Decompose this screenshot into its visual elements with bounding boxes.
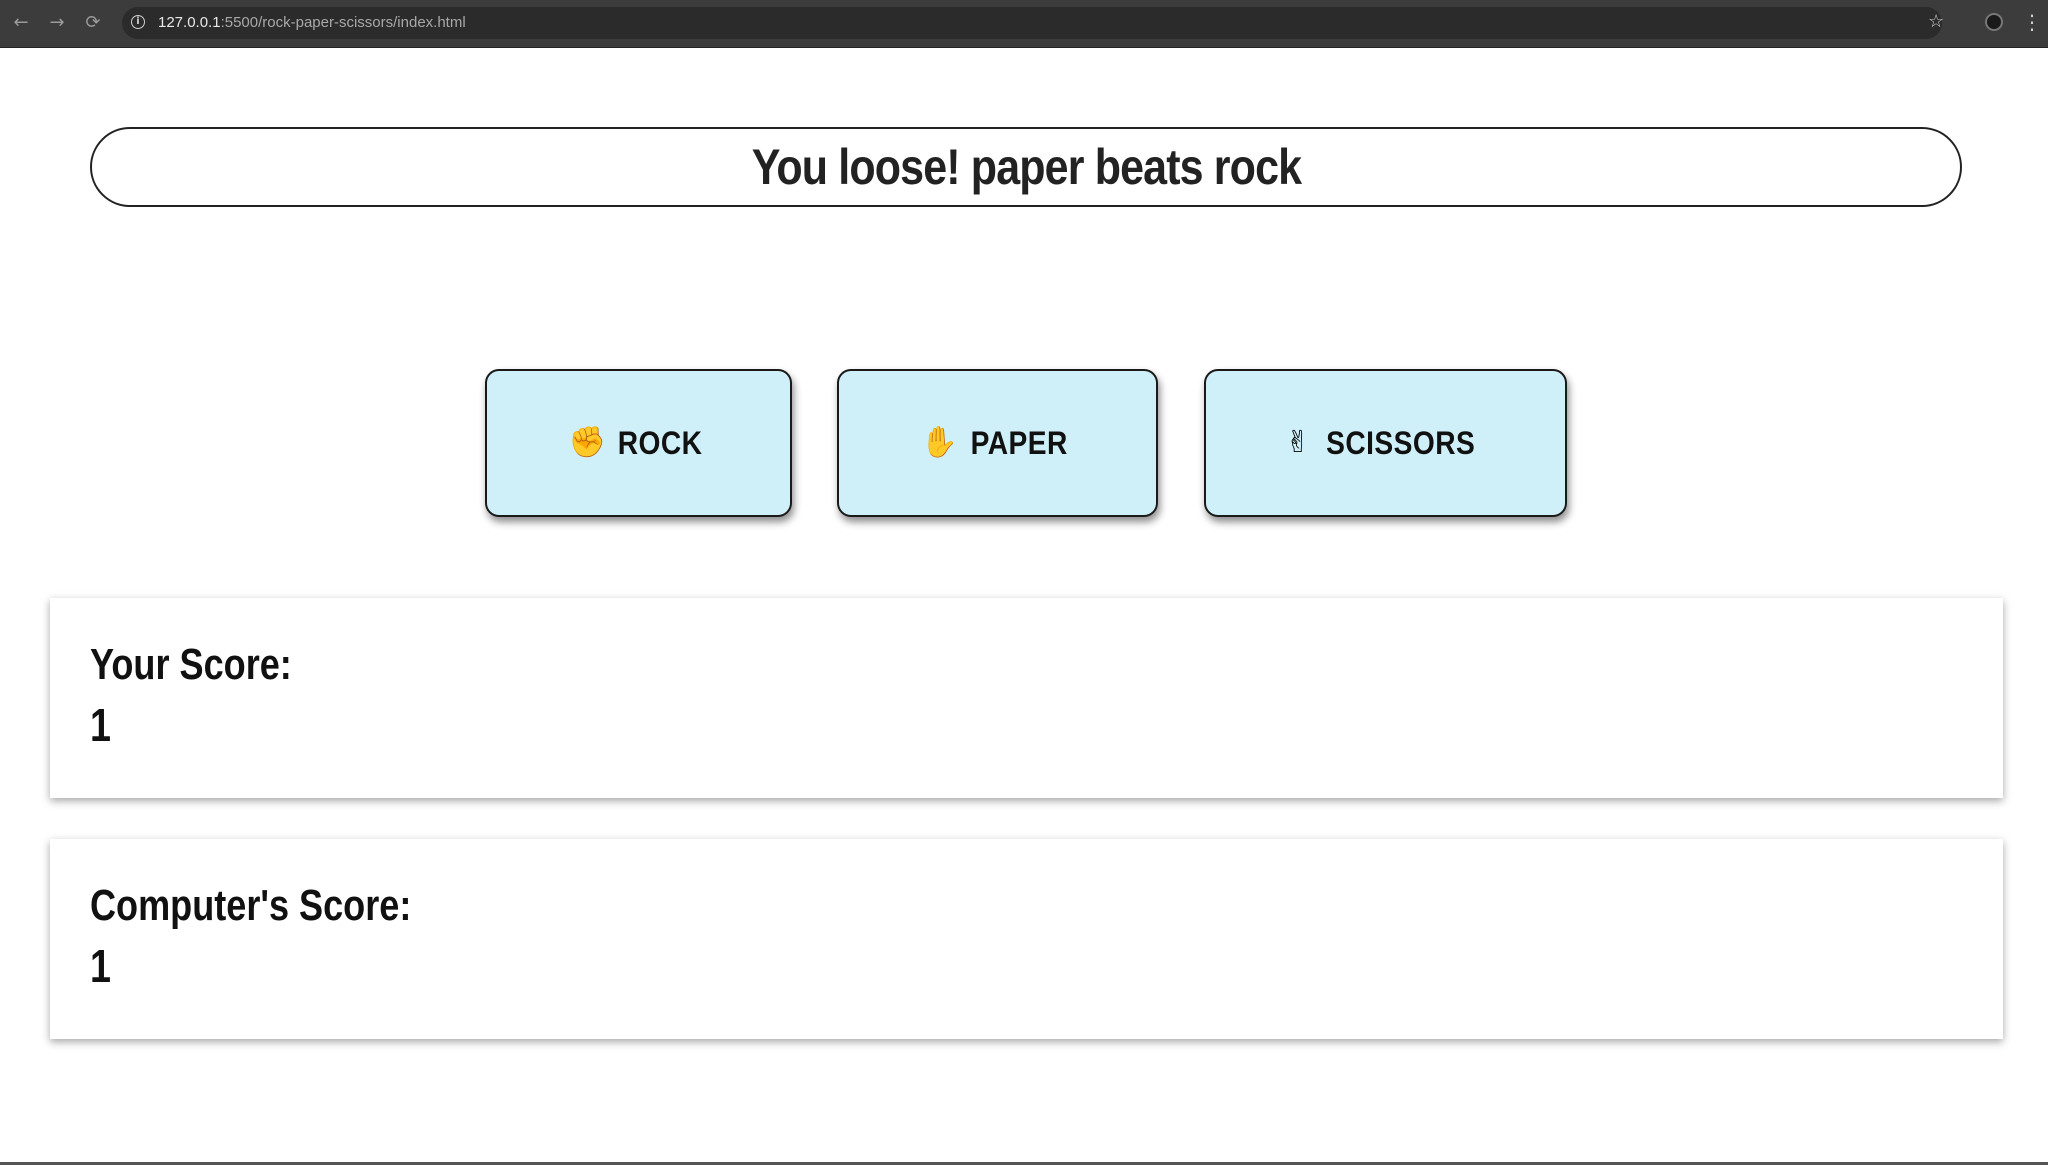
result-banner: You loose! paper beats rock xyxy=(90,127,1962,207)
hand-icon: ✋ xyxy=(920,425,958,460)
result-message: You loose! paper beats rock xyxy=(751,139,1301,195)
player-score-label: Your Score: xyxy=(90,640,292,689)
computer-score-label: Computer's Score: xyxy=(90,881,412,930)
rock-button-label: ROCK xyxy=(617,424,703,461)
bookmark-star-icon[interactable]: ☆ xyxy=(1928,11,1944,33)
back-arrow-icon[interactable]: ← xyxy=(10,12,32,34)
computer-score-value: 1 xyxy=(90,940,111,992)
player-score-card: Your Score: 1 xyxy=(50,598,2003,798)
url-host: 127.0.0.1 xyxy=(158,14,221,31)
url-path: :5500/rock-paper-scissors/index.html xyxy=(220,14,466,31)
scissors-button-label: SCISSORS xyxy=(1326,424,1476,461)
scissors-hand-icon: ✌ xyxy=(1285,425,1311,460)
browser-toolbar: ← → ⟳ i 127.0.0.1:5500/rock-paper-scisso… xyxy=(0,0,2048,48)
paper-button[interactable]: ✋ PAPER xyxy=(837,369,1158,517)
computer-score-card: Computer's Score: 1 xyxy=(50,839,2003,1039)
address-bar[interactable]: i 127.0.0.1:5500/rock-paper-scissors/ind… xyxy=(122,7,1942,39)
url-text[interactable]: 127.0.0.1:5500/rock-paper-scissors/index… xyxy=(158,14,466,31)
fist-icon: ✊ xyxy=(568,425,607,460)
scissors-button[interactable]: ✌ SCISSORS xyxy=(1204,369,1567,517)
paper-button-label: PAPER xyxy=(970,424,1068,461)
browser-menu-icon[interactable]: ⋮ xyxy=(2022,10,2042,34)
reload-icon[interactable]: ⟳ xyxy=(82,12,104,34)
site-info-icon[interactable]: i xyxy=(131,15,145,29)
player-score-value: 1 xyxy=(90,699,111,751)
rock-button[interactable]: ✊ ROCK xyxy=(485,369,792,517)
forward-arrow-icon[interactable]: → xyxy=(46,12,68,34)
extension-icon[interactable] xyxy=(1985,13,2003,31)
